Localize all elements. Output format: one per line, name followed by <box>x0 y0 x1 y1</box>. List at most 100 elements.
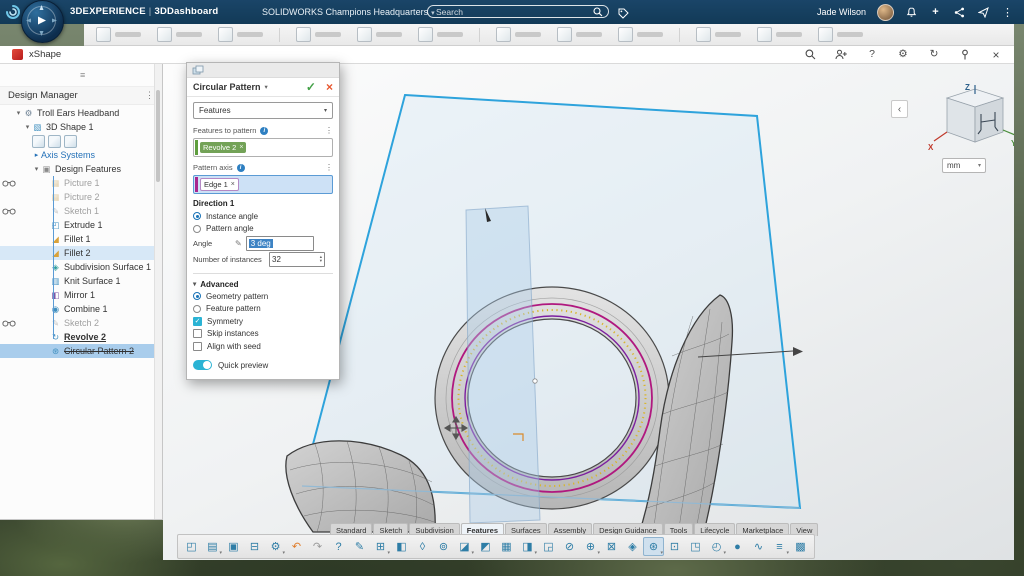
3dexperience-compass[interactable] <box>21 0 64 43</box>
quick-preview-toggle[interactable]: Quick preview <box>193 359 333 372</box>
view-cube[interactable]: Z X Y <box>927 80 1014 159</box>
add-icon[interactable]: + <box>929 6 942 19</box>
quick-access-tool[interactable] <box>818 27 863 42</box>
help-icon[interactable]: ? <box>328 537 349 556</box>
share-user-icon[interactable] <box>835 49 847 61</box>
quick-access-tool[interactable] <box>557 27 602 42</box>
quick-access-tool[interactable] <box>757 27 802 42</box>
tree-item-design-features[interactable]: ▾▣Design Features <box>0 162 155 176</box>
info-icon[interactable]: i <box>260 127 268 135</box>
radio-selected-icon[interactable] <box>193 212 201 220</box>
send-icon[interactable] <box>977 6 990 19</box>
radio-icon[interactable] <box>193 305 201 313</box>
tree-item-combine-1[interactable]: ◉Combine 1 <box>0 302 155 316</box>
tree-item-extrude-1[interactable]: ◰Extrude 1 <box>0 218 155 232</box>
tool-icon[interactable]: ◊ <box>412 537 433 556</box>
tool-icon[interactable]: ◈ <box>622 537 643 556</box>
quick-access-tool[interactable] <box>218 27 263 42</box>
more-menu-icon[interactable]: ⋮ <box>1001 6 1014 19</box>
tool-icon[interactable]: ⊞▾ <box>370 537 391 556</box>
design-manager-header[interactable]: Design Manager ⋮ <box>0 87 162 105</box>
tree-item-mirror-1[interactable]: ◧Mirror 1 <box>0 288 155 302</box>
config-icon[interactable] <box>48 135 61 148</box>
help-icon[interactable]: ? <box>866 49 878 61</box>
redo-icon[interactable]: ↷ <box>307 537 328 556</box>
tool-icon[interactable]: ∿ <box>748 537 769 556</box>
field-options-icon[interactable]: ⋮ <box>325 126 333 135</box>
scrollbar-thumb[interactable] <box>156 90 160 182</box>
circular-pattern-icon[interactable]: ⊛▾ <box>643 537 664 556</box>
tool-icon[interactable]: ⊚ <box>433 537 454 556</box>
info-icon[interactable]: i <box>237 164 245 172</box>
settings-icon[interactable]: ⚙▾ <box>265 537 286 556</box>
advanced-section-toggle[interactable]: ▾ Advanced <box>193 278 333 290</box>
pin-icon[interactable] <box>959 49 971 61</box>
align-with-seed-checkbox[interactable]: Align with seed <box>193 340 333 353</box>
tool-icon[interactable]: ◪▾ <box>454 537 475 556</box>
remove-chip-icon[interactable]: × <box>239 144 243 151</box>
tool-icon[interactable]: ◲ <box>538 537 559 556</box>
field-options-icon[interactable]: ⋮ <box>325 163 333 172</box>
tool-icon[interactable]: ◳ <box>685 537 706 556</box>
tool-icon[interactable]: ⊠ <box>601 537 622 556</box>
geometry-pattern-option[interactable]: Geometry pattern <box>193 290 333 303</box>
tree-item-fillet-1[interactable]: ◢Fillet 1 <box>0 232 155 246</box>
expander-icon[interactable]: ▾ <box>32 165 41 173</box>
settings-gear-icon[interactable]: ⚙ <box>897 49 909 61</box>
toggle-on-icon[interactable] <box>193 360 212 370</box>
tool-icon[interactable]: ◩ <box>475 537 496 556</box>
tree-item-troll-ears-headband[interactable]: ▾⚙Troll Ears Headband <box>0 106 155 120</box>
quick-access-tool[interactable] <box>418 27 463 42</box>
collapse-panel-chevron[interactable]: ‹ <box>891 100 908 118</box>
quick-access-tool[interactable] <box>496 27 541 42</box>
quick-access-tool[interactable] <box>157 27 202 42</box>
search-icon[interactable] <box>593 7 603 17</box>
quick-access-tool[interactable] <box>296 27 341 42</box>
tree-item-picture-2[interactable]: ▦Picture 2 <box>0 190 155 204</box>
instances-input[interactable]: 32 ▴▾ <box>269 252 325 267</box>
features-to-pattern-field[interactable]: Revolve 2 × <box>193 138 333 157</box>
tool-icon[interactable]: ◰ <box>181 537 202 556</box>
checkbox-icon[interactable] <box>193 329 202 338</box>
spinner-control[interactable]: ▴▾ <box>320 255 322 263</box>
selected-feature-chip[interactable]: Revolve 2 × <box>200 142 246 153</box>
chevron-down-icon[interactable]: ▾ <box>265 83 268 91</box>
selected-axis-chip[interactable]: Edge 1 × <box>200 178 239 191</box>
skip-instances-checkbox[interactable]: Skip instances <box>193 328 333 341</box>
close-icon[interactable]: × <box>990 49 1002 61</box>
dialog-titlebar[interactable] <box>187 63 339 78</box>
tool-icon[interactable]: ⊟ <box>244 537 265 556</box>
expander-icon[interactable]: ▾ <box>14 109 23 117</box>
sketch-icon[interactable]: ✎ <box>349 537 370 556</box>
tree-item-picture-1[interactable]: ▦Picture 1 <box>0 176 155 190</box>
tree-item-knit-surface-1[interactable]: ▥Knit Surface 1 <box>0 274 155 288</box>
search-icon[interactable] <box>804 49 816 61</box>
tool-icon[interactable]: ⊡ <box>664 537 685 556</box>
config-icon[interactable] <box>32 135 45 148</box>
tree-item-subdivision-surface-1[interactable]: ◈Subdivision Surface 1 <box>0 260 155 274</box>
tool-icon[interactable]: ⊘ <box>559 537 580 556</box>
share-icon[interactable] <box>953 6 966 19</box>
expander-icon[interactable]: ▸ <box>32 151 41 159</box>
tool-icon[interactable]: ◨▾ <box>517 537 538 556</box>
pattern-type-select[interactable]: Features ▾ <box>193 102 333 119</box>
tree-item-sketch-1[interactable]: ✎Sketch 1 <box>0 204 155 218</box>
expander-icon[interactable]: ▾ <box>23 123 32 131</box>
quick-access-tool[interactable] <box>696 27 741 42</box>
configuration-icons-row[interactable] <box>0 134 155 148</box>
checkbox-checked-icon[interactable]: ✓ <box>193 317 202 326</box>
feature-pattern-option[interactable]: Feature pattern <box>193 303 333 316</box>
radio-icon[interactable] <box>193 225 201 233</box>
instance-angle-option[interactable]: Instance angle <box>193 210 333 223</box>
tool-icon[interactable]: ▩ <box>790 537 811 556</box>
tool-icon[interactable]: ▦ <box>496 537 517 556</box>
tool-icon[interactable]: ⊕▾ <box>580 537 601 556</box>
tree-item-fillet-2[interactable]: ◢Fillet 2 <box>0 246 155 260</box>
checkbox-icon[interactable] <box>193 342 202 351</box>
tool-icon[interactable]: ▤▾ <box>202 537 223 556</box>
undo-icon[interactable]: ↶ <box>286 537 307 556</box>
tool-icon[interactable]: ◧ <box>391 537 412 556</box>
workspace-selector[interactable]: SOLIDWORKS Champions Headquarters▾ <box>262 7 435 17</box>
sync-icon[interactable]: ↻ <box>928 49 940 61</box>
user-name[interactable]: Jade Wilson <box>817 7 866 17</box>
